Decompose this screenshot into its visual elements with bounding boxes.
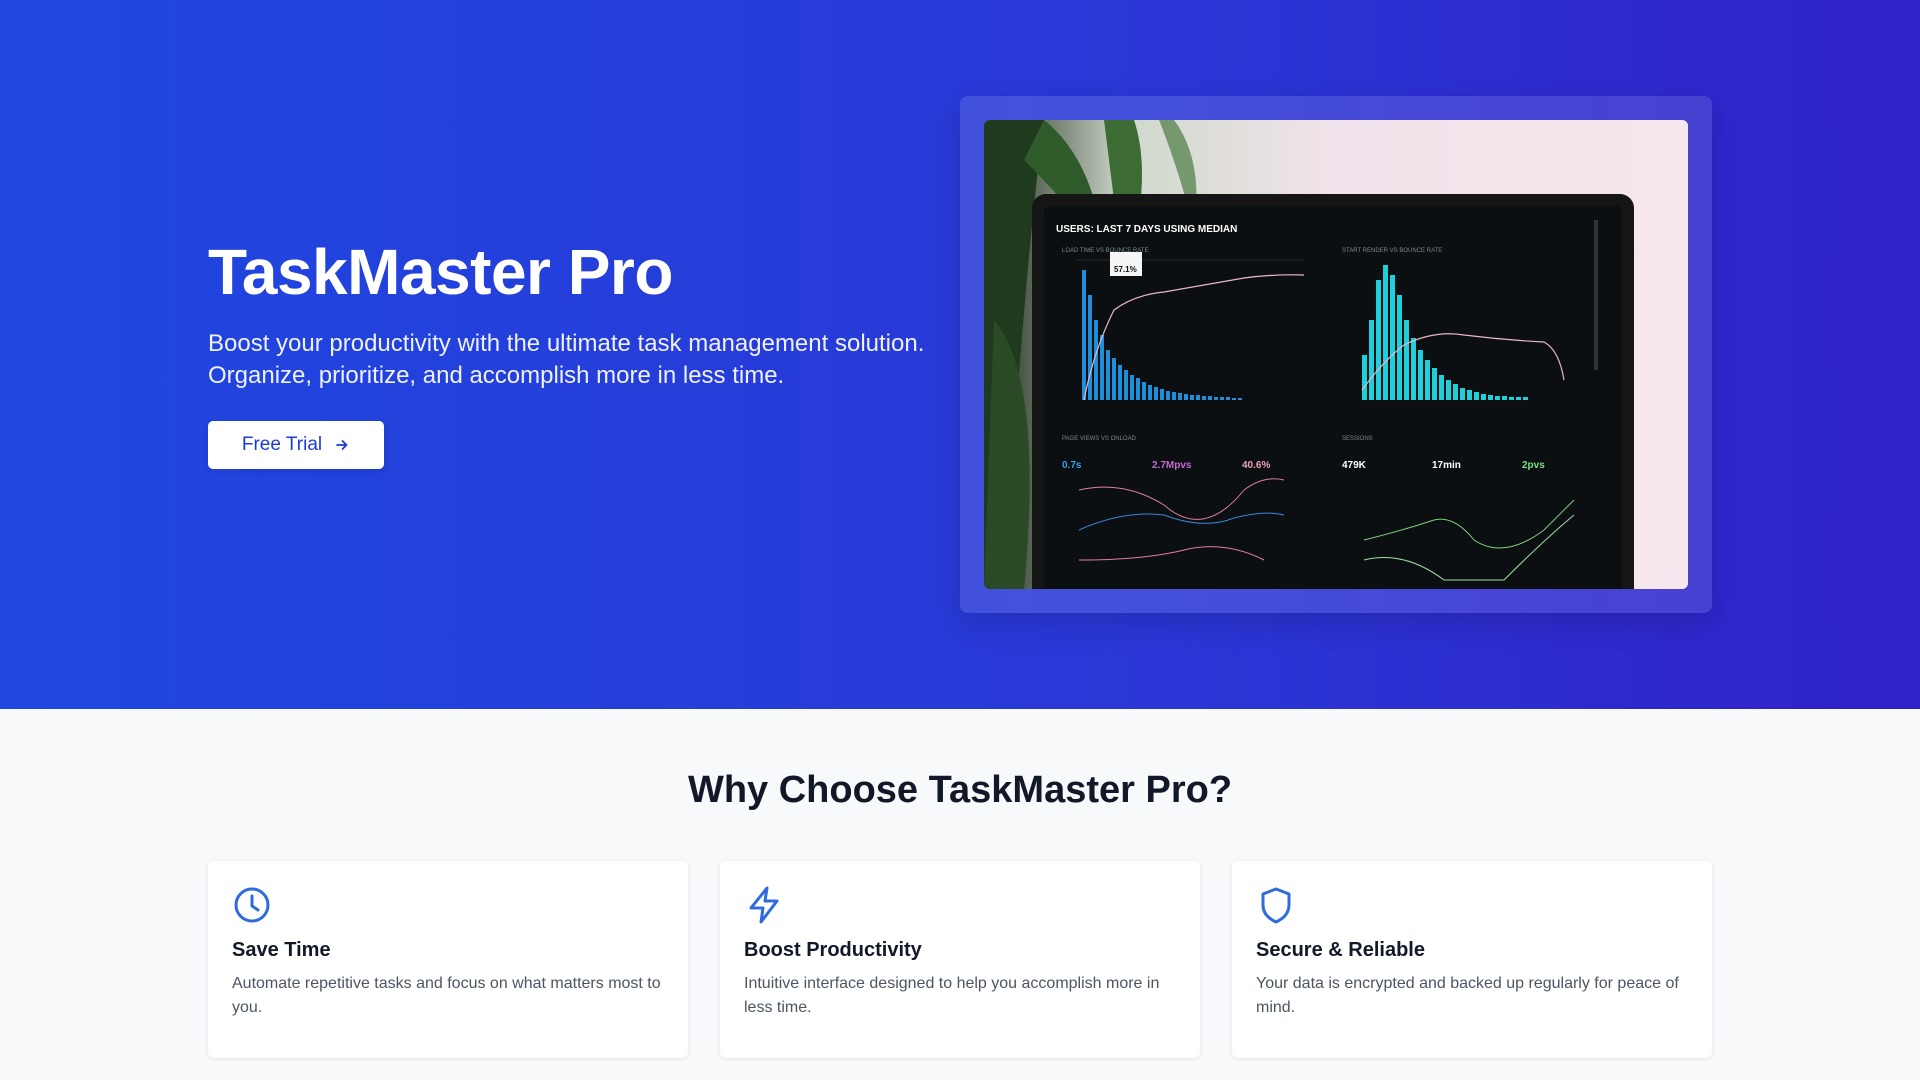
svg-text:479K: 479K — [1342, 460, 1367, 471]
feature-title: Boost Productivity — [744, 939, 922, 961]
svg-text:40.6%: 40.6% — [1242, 460, 1270, 471]
feature-desc: Automate repetitive tasks and focus on w… — [232, 975, 661, 1016]
svg-text:0.7s: 0.7s — [1062, 460, 1082, 471]
image-header: USERS: LAST 7 DAYS USING MEDIAN — [1056, 224, 1237, 235]
svg-text:2pvs: 2pvs — [1522, 460, 1545, 471]
hero-section: TaskMaster Pro Boost your productivity w… — [0, 0, 1920, 709]
hero-title: TaskMaster Pro — [208, 236, 673, 308]
feature-card-secure-reliable: Secure & Reliable Your data is encrypted… — [1232, 861, 1712, 1058]
feature-title: Secure & Reliable — [1256, 939, 1425, 961]
features-section: Why Choose TaskMaster Pro? Save Time Aut… — [0, 709, 1920, 1080]
svg-text:2.7Mpvs: 2.7Mpvs — [1152, 460, 1192, 471]
hero-dashboard-image: USERS: LAST 7 DAYS USING MEDIAN LOAD TIM… — [984, 120, 1688, 589]
feature-desc: Intuitive interface designed to help you… — [744, 975, 1160, 1016]
feature-card-boost-productivity: Boost Productivity Intuitive interface d… — [720, 861, 1200, 1058]
feature-card-save-time: Save Time Automate repetitive tasks and … — [208, 861, 688, 1058]
lightning-icon — [744, 885, 1176, 925]
free-trial-label: Free Trial — [241, 434, 323, 455]
hero-content: TaskMaster Pro Boost your productivity w… — [208, 236, 948, 469]
svg-text:PAGE VIEWS VS ONLOAD: PAGE VIEWS VS ONLOAD — [1062, 436, 1137, 442]
svg-text:17min: 17min — [1432, 460, 1461, 471]
svg-text:SESSIONS: SESSIONS — [1342, 436, 1373, 442]
shield-icon — [1256, 885, 1688, 925]
arrow-right-icon — [334, 437, 350, 453]
features-title: Why Choose TaskMaster Pro? — [687, 769, 1233, 811]
free-trial-button[interactable]: Free Trial — [208, 421, 384, 469]
hero-subtitle: Boost your productivity with the ultimat… — [208, 330, 925, 389]
feature-title: Save Time — [232, 939, 331, 961]
svg-text:START RENDER VS BOUNCE RATE: START RENDER VS BOUNCE RATE — [1342, 248, 1442, 254]
clock-icon — [232, 885, 664, 925]
hero-image-frame: USERS: LAST 7 DAYS USING MEDIAN LOAD TIM… — [960, 96, 1712, 613]
feature-desc: Your data is encrypted and backed up reg… — [1256, 975, 1679, 1016]
svg-text:57.1%: 57.1% — [1114, 265, 1137, 274]
